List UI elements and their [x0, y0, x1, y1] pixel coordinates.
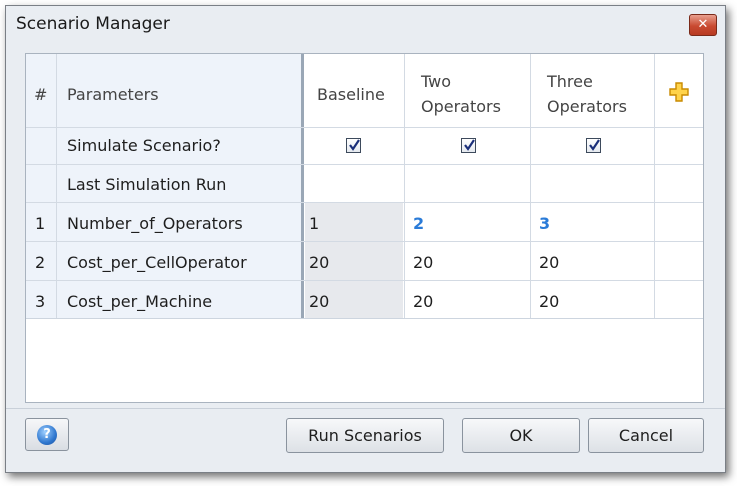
title-bar: Scenario Manager ✕: [6, 6, 725, 42]
row-number-2: 2: [35, 253, 46, 272]
cell-three-operators-operators[interactable]: 3: [539, 214, 550, 233]
row-label-simulate: Simulate Scenario?: [67, 136, 221, 155]
row-number-3: 3: [35, 292, 46, 311]
scenario-manager-dialog: Scenario Manager ✕ # Parameters Baseline…: [5, 5, 726, 473]
cell-two-operators-cost-celloperator[interactable]: 20: [413, 253, 433, 272]
row-label-last-run: Last Simulation Run: [67, 175, 227, 194]
header-two-operators-line2[interactable]: Operators: [421, 97, 501, 116]
cell-baseline-cost-celloperator[interactable]: 20: [309, 253, 329, 272]
row-label-cost-per-machine: Cost_per_Machine: [67, 292, 213, 311]
header-baseline[interactable]: Baseline: [317, 85, 385, 104]
help-icon: ?: [37, 425, 57, 445]
cell-baseline-cost-machine[interactable]: 20: [309, 292, 329, 311]
cell-three-operators-cost-celloperator[interactable]: 20: [539, 253, 559, 272]
scenario-grid: # Parameters Baseline Two Operators Thre…: [25, 53, 704, 403]
footer-divider: [6, 408, 725, 409]
header-three-operators-line1[interactable]: Three: [547, 72, 593, 91]
checkbox-two-operators-simulate[interactable]: [461, 138, 476, 153]
header-number: #: [34, 85, 48, 104]
checkbox-baseline-simulate[interactable]: [346, 138, 361, 153]
ok-button[interactable]: OK: [462, 418, 580, 453]
cell-three-operators-cost-machine[interactable]: 20: [539, 292, 559, 311]
plus-icon[interactable]: [669, 82, 689, 106]
close-icon[interactable]: ✕: [689, 14, 717, 36]
window-title: Scenario Manager: [16, 14, 170, 34]
help-button[interactable]: ?: [25, 418, 69, 451]
row-label-number-of-operators: Number_of_Operators: [67, 214, 243, 233]
header-two-operators-line1[interactable]: Two: [421, 72, 451, 91]
cell-two-operators-cost-machine[interactable]: 20: [413, 292, 433, 311]
checkbox-three-operators-simulate[interactable]: [586, 138, 601, 153]
header-three-operators-line2[interactable]: Operators: [547, 97, 627, 116]
cell-two-operators-operators[interactable]: 2: [413, 214, 424, 233]
header-parameters[interactable]: Parameters: [67, 85, 159, 104]
run-scenarios-button[interactable]: Run Scenarios: [286, 418, 444, 453]
cancel-button[interactable]: Cancel: [588, 418, 704, 453]
cell-baseline-operators[interactable]: 1: [309, 214, 319, 233]
row-number-1: 1: [35, 214, 46, 233]
row-label-cost-per-celloperator: Cost_per_CellOperator: [67, 253, 247, 272]
